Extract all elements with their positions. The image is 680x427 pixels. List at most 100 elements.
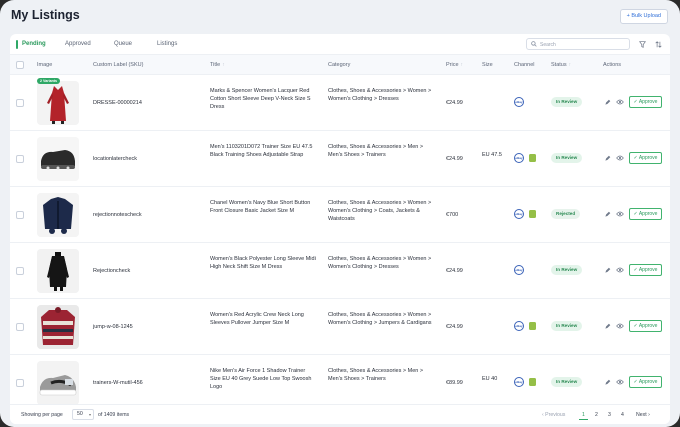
price-cell: €24.99 <box>446 100 463 106</box>
table-row[interactable]: Rejectioncheck Women's Black Polyester Lo… <box>10 243 670 299</box>
sort-button[interactable] <box>652 38 664 50</box>
col-title[interactable]: Title ↑ <box>210 55 225 75</box>
edit-button[interactable] <box>602 153 612 163</box>
col-sku[interactable]: Custom Label (SKU) <box>93 55 143 75</box>
per-page-select[interactable]: 50 ▾ <box>72 409 94 420</box>
preview-button[interactable] <box>615 265 625 275</box>
price-cell: €24.99 <box>446 156 463 162</box>
edit-icon <box>604 211 610 217</box>
size-cell: EU 40 <box>482 376 498 382</box>
sku-cell: Rejectioncheck <box>93 268 131 274</box>
previous-page-button[interactable]: ‹ Previous <box>542 410 565 420</box>
ebay-channel-icon: eBay <box>514 265 524 275</box>
filter-button[interactable] <box>636 38 648 50</box>
title-cell: Nike Men's Air Force 1 Shadow Trainer Si… <box>210 368 312 390</box>
shopify-channel-icon <box>529 210 536 218</box>
listings-panel: Pending Approved Queue Listings Image Cu… <box>10 34 670 424</box>
shopify-channel-icon <box>529 154 536 162</box>
page-3[interactable]: 3 <box>605 410 614 420</box>
row-checkbox[interactable] <box>16 323 24 331</box>
page-4[interactable]: 4 <box>618 410 627 420</box>
ebay-channel-icon: eBay <box>514 153 524 163</box>
per-page-value: 50 <box>77 411 83 417</box>
table-row[interactable]: rejectionnotescheck Chanel Women's Navy B… <box>10 187 670 243</box>
sort-arrow-icon: ↑ <box>222 62 225 68</box>
product-thumbnail[interactable] <box>37 361 79 405</box>
approve-button[interactable]: ✓ Approve <box>629 264 662 276</box>
tab-listings[interactable]: Listings <box>157 34 177 55</box>
preview-button[interactable] <box>615 321 625 331</box>
approve-button[interactable]: ✓ Approve <box>629 152 662 164</box>
eye-icon <box>616 211 624 217</box>
col-actions: Actions <box>603 62 622 68</box>
total-items: of 1409 items <box>98 412 130 418</box>
approve-button[interactable]: ✓ Approve <box>629 320 662 332</box>
variants-badge: 2 Variants <box>37 78 60 84</box>
listings-table-body: 2 Variants DRESSE-00000214 Marks & Spencer… <box>10 75 670 411</box>
row-checkbox[interactable] <box>16 211 24 219</box>
next-page-button[interactable]: Next › <box>636 410 650 420</box>
page-1[interactable]: 1 <box>579 410 588 420</box>
approve-button[interactable]: ✓ Approve <box>629 96 662 108</box>
approve-button[interactable]: ✓ Approve <box>629 376 662 388</box>
ebay-channel-icon: eBay <box>514 209 524 219</box>
tab-queue[interactable]: Queue <box>114 34 132 55</box>
sku-cell: DRESSE-00000214 <box>93 100 142 106</box>
preview-button[interactable] <box>615 209 625 219</box>
row-checkbox[interactable] <box>16 99 24 107</box>
edit-icon <box>604 267 610 273</box>
category-cell: Clothes, Shoes & Accessories > Women > W… <box>328 256 432 270</box>
product-thumbnail[interactable] <box>37 305 79 349</box>
col-size: Size <box>482 62 493 68</box>
edit-button[interactable] <box>602 377 612 387</box>
edit-button[interactable] <box>602 321 612 331</box>
sort-arrow-icon: ↑ <box>568 62 572 68</box>
edit-icon <box>604 99 610 105</box>
eye-icon <box>616 99 624 105</box>
edit-button[interactable] <box>602 97 612 107</box>
table-row[interactable]: jump-w-08-1245 Women's Red Acrylic Crew N… <box>10 299 670 355</box>
page-2[interactable]: 2 <box>592 410 601 420</box>
product-thumbnail[interactable] <box>37 193 79 237</box>
preview-button[interactable] <box>615 153 625 163</box>
approve-button[interactable]: ✓ Approve <box>629 208 662 220</box>
col-price[interactable]: Price ↑ <box>446 55 463 75</box>
category-cell: Clothes, Shoes & Accessories > Women > W… <box>328 312 432 326</box>
product-thumbnail[interactable] <box>37 137 79 181</box>
app-window: My Listings + Bulk Upload Pending Approv… <box>0 0 680 427</box>
tab-pending[interactable]: Pending <box>16 34 46 55</box>
eye-icon <box>616 379 624 385</box>
preview-button[interactable] <box>615 97 625 107</box>
preview-button[interactable] <box>615 377 625 387</box>
edit-icon <box>604 155 610 161</box>
col-title-label: Title <box>210 62 221 68</box>
table-row[interactable]: trainers-W-mutil-456 Nike Men's Air Force… <box>10 355 670 411</box>
title-cell: Women's Red Acrylic Crew Neck Long Sleev… <box>210 312 304 326</box>
row-checkbox[interactable] <box>16 267 24 275</box>
row-checkbox[interactable] <box>16 379 24 387</box>
edit-button[interactable] <box>602 265 612 275</box>
row-checkbox[interactable] <box>16 155 24 163</box>
product-thumbnail[interactable] <box>37 249 79 293</box>
table-row[interactable]: 2 Variants DRESSE-00000214 Marks & Spencer… <box>10 75 670 131</box>
select-all-checkbox[interactable] <box>16 61 24 69</box>
page-header: My Listings + Bulk Upload <box>0 0 680 34</box>
col-image: Image <box>37 62 53 68</box>
category-cell: Clothes, Shoes & Accessories > Women > W… <box>328 88 432 102</box>
tab-bar: Pending Approved Queue Listings <box>10 34 670 55</box>
tab-approved[interactable]: Approved <box>65 34 91 55</box>
edit-button[interactable] <box>602 209 612 219</box>
search-input[interactable] <box>540 40 626 49</box>
showing-label: Showing per page <box>21 412 63 418</box>
bulk-upload-button[interactable]: + Bulk Upload <box>619 9 668 24</box>
col-status[interactable]: Status ↑ <box>551 55 571 75</box>
col-category: Category <box>328 62 351 68</box>
page-title: My Listings <box>11 8 80 22</box>
search-box[interactable] <box>526 38 630 50</box>
size-cell: EU 47.5 <box>482 152 502 158</box>
title-cell: Men's 1103201D072 Trainer Size EU 47.5 B… <box>210 144 313 158</box>
product-thumbnail[interactable] <box>37 81 79 125</box>
status-badge: In Review <box>551 377 583 387</box>
table-row[interactable]: locationlatercheck Men's 1103201D072 Trai… <box>10 131 670 187</box>
table-header: Image Custom Label (SKU) Title ↑ Category… <box>10 55 670 75</box>
